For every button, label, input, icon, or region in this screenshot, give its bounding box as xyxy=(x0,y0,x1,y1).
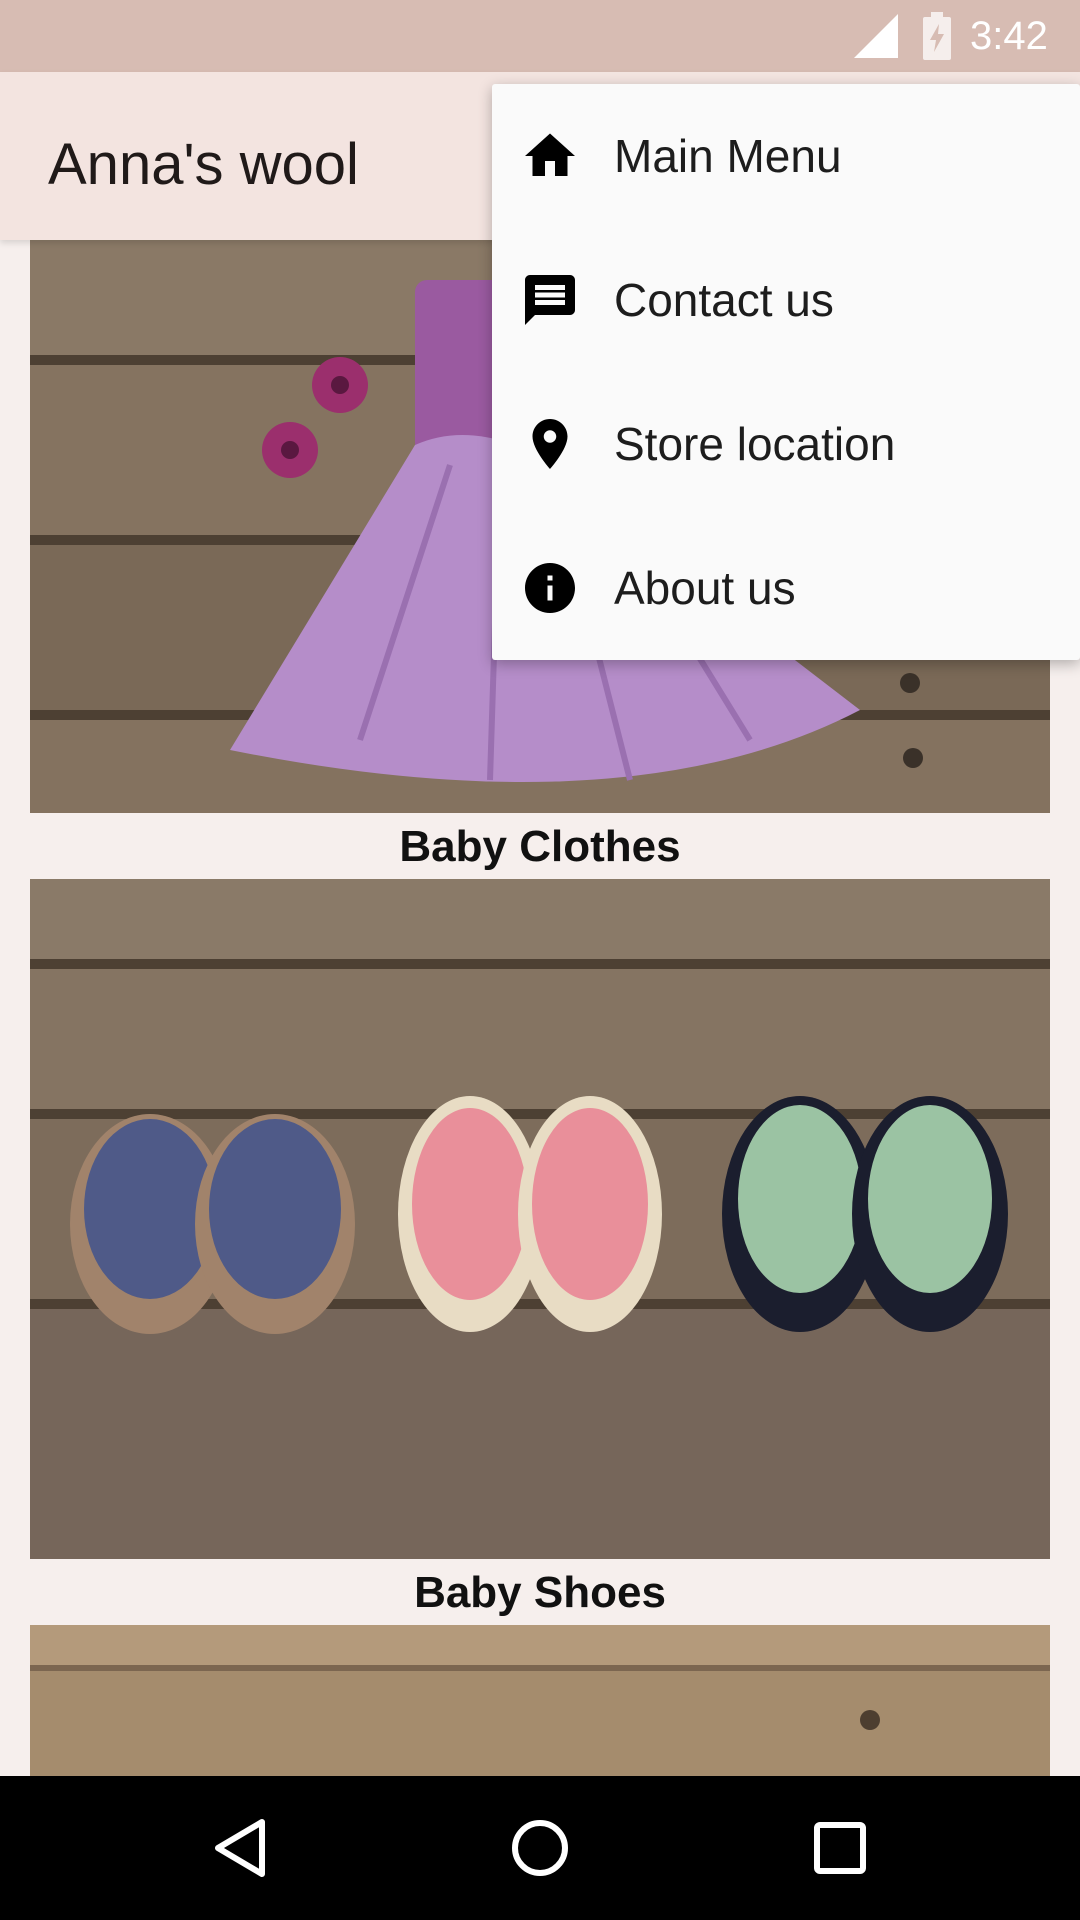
menu-item-about-us[interactable]: About us xyxy=(492,516,1080,660)
menu-item-label: About us xyxy=(614,562,796,614)
info-icon xyxy=(525,563,575,613)
status-bar: 3:42 xyxy=(0,0,1080,72)
third-category-image[interactable] xyxy=(30,1625,1050,1776)
cell-signal-icon xyxy=(854,14,898,58)
recents-icon[interactable] xyxy=(790,1798,890,1898)
menu-item-contact-us[interactable]: Contact us xyxy=(492,228,1080,372)
battery-charging-icon xyxy=(923,12,951,60)
menu-item-store-location[interactable]: Store location xyxy=(492,372,1080,516)
baby-shoes-caption: Baby Shoes xyxy=(414,1568,666,1617)
menu-item-label: Contact us xyxy=(614,274,834,326)
menu-item-label: Main Menu xyxy=(614,130,842,182)
menu-item-main-menu[interactable]: Main Menu xyxy=(492,84,1080,228)
app-title: Anna's wool xyxy=(48,132,359,197)
overflow-menu: Main Menu Contact us Store location Abou… xyxy=(492,84,1080,660)
home-circle-icon[interactable] xyxy=(490,1798,590,1898)
back-icon[interactable] xyxy=(190,1798,290,1898)
navigation-bar xyxy=(0,1776,1080,1920)
baby-shoes-image[interactable] xyxy=(30,879,1050,1559)
location-pin-icon xyxy=(532,419,568,469)
baby-clothes-caption: Baby Clothes xyxy=(399,822,681,871)
menu-item-label: Store location xyxy=(614,418,896,470)
home-icon xyxy=(525,133,575,176)
message-icon xyxy=(525,275,575,325)
status-time: 3:42 xyxy=(970,14,1048,58)
